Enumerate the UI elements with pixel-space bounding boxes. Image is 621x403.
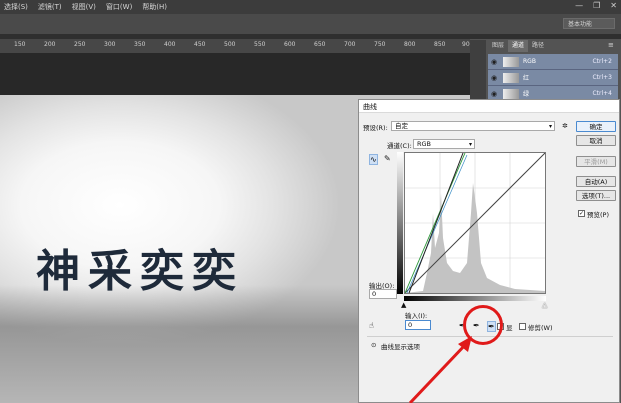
channel-thumbnail (503, 72, 519, 83)
ruler-label: 450 (194, 41, 206, 48)
ruler-label: 600 (284, 41, 296, 48)
channel-name: 红 (523, 75, 530, 82)
auto-button[interactable]: 自动(A) (576, 176, 616, 187)
curve-point-icon[interactable]: ∿ (369, 154, 378, 165)
black-point-slider[interactable]: ▲ (401, 302, 406, 309)
channel-shortcut: Ctrl+3 (592, 74, 612, 81)
eye-icon[interactable]: ◉ (488, 90, 500, 98)
chevron-down-icon[interactable]: ⊙ (371, 341, 376, 349)
preview-label: 预览(P) (587, 211, 609, 219)
ruler-label: 850 (434, 41, 446, 48)
ruler-label: 800 (404, 41, 416, 48)
pencil-icon[interactable]: ✎ (384, 154, 391, 163)
menu-help[interactable]: 帮助(H) (142, 2, 167, 12)
input-gradient (404, 296, 546, 301)
preset-value: 自定 (395, 122, 408, 130)
restore-button[interactable]: ❐ (593, 1, 600, 11)
minimize-button[interactable]: — (575, 1, 583, 11)
cancel-button[interactable]: 取消 (576, 135, 616, 146)
show-label: 显 (506, 324, 513, 332)
clipping-label: 修剪(W) (528, 324, 553, 332)
ruler-label: 250 (74, 41, 86, 48)
annotation-arrow (408, 336, 472, 403)
output-field[interactable]: 0 (369, 289, 397, 299)
input-label: 输入(I): (405, 312, 428, 320)
chevron-down-icon: ▾ (468, 141, 472, 148)
channel-shortcut: Ctrl+2 (592, 58, 612, 65)
horizontal-ruler: 150 200 250 300 350 400 450 500 550 600 … (0, 39, 473, 54)
chevron-down-icon: ▾ (548, 123, 552, 130)
dialog-titlebar[interactable]: 曲线 (359, 100, 619, 113)
channel-select[interactable]: RGB ▾ (413, 139, 475, 149)
tab-channels[interactable]: 通道 (508, 40, 529, 52)
menu-window[interactable]: 窗口(W) (106, 2, 132, 12)
preview-checkbox[interactable]: ✓ (578, 210, 585, 217)
eye-icon[interactable]: ◉ (488, 58, 500, 66)
close-button[interactable]: ✕ (610, 1, 617, 11)
options-button[interactable]: 选项(T)... (576, 190, 616, 201)
channel-thumbnail (503, 56, 519, 67)
ruler-label: 700 (344, 41, 356, 48)
ruler-label: 200 (44, 41, 56, 48)
clipping-checkbox[interactable] (519, 323, 526, 330)
ok-button[interactable]: 确定 (576, 121, 616, 132)
smooth-button[interactable]: 平滑(M) (576, 156, 616, 167)
channel-label: 通道(C): (387, 142, 412, 150)
menu-filter[interactable]: 滤镜(T) (38, 2, 62, 12)
channel-shortcut: Ctrl+4 (592, 90, 612, 97)
channel-row-rgb[interactable]: ◉ RGB Ctrl+2 (488, 54, 618, 70)
ruler-label: 750 (374, 41, 386, 48)
channel-row-red[interactable]: ◉ 红 Ctrl+3 (488, 70, 618, 86)
channel-name: RGB (523, 58, 536, 65)
output-gradient (397, 152, 403, 294)
canvas-pasteboard (0, 53, 470, 95)
menu-select[interactable]: 选择(S) (4, 2, 28, 12)
ruler-label: 650 (314, 41, 326, 48)
ruler-label: 300 (104, 41, 116, 48)
ruler-label: 500 (224, 41, 236, 48)
histogram (405, 183, 545, 293)
tab-layers[interactable]: 图层 (488, 40, 508, 52)
preset-select[interactable]: 自定 ▾ (391, 121, 555, 131)
input-field[interactable]: 0 (405, 320, 431, 330)
channel-value: RGB (417, 140, 432, 148)
curves-graph[interactable] (404, 152, 546, 294)
preset-label: 预设(R): (363, 124, 388, 132)
hand-target-icon[interactable]: ☝ (369, 321, 374, 330)
workspace-switcher[interactable]: 基本功能 (563, 18, 615, 29)
canvas-logo-text: 神采奕奕 (36, 246, 244, 297)
channel-thumbnail (503, 88, 519, 99)
options-bar (0, 14, 621, 34)
panel-dock-strip (470, 40, 486, 100)
white-point-slider[interactable]: △ (542, 302, 547, 309)
eye-icon[interactable]: ◉ (488, 74, 500, 82)
ruler-label: 550 (254, 41, 266, 48)
ruler-label: 400 (164, 41, 176, 48)
menu-view[interactable]: 视图(V) (72, 2, 96, 12)
dialog-title: 曲线 (363, 103, 377, 111)
ruler-label: 350 (134, 41, 146, 48)
panel-tabs: 图层 通道 路径 (488, 40, 548, 52)
ruler-label: 150 (14, 41, 26, 48)
gear-icon[interactable]: ✲ (562, 122, 568, 130)
channel-name: 绿 (523, 91, 530, 98)
curves-svg (405, 153, 545, 293)
panel-menu-icon[interactable]: ≡ (608, 41, 614, 49)
tab-paths[interactable]: 路径 (528, 40, 548, 52)
window-controls: — ❐ ✕ (575, 1, 617, 11)
menu-bar: 选择(S) 滤镜(T) 视图(V) 窗口(W) 帮助(H) (0, 0, 621, 14)
